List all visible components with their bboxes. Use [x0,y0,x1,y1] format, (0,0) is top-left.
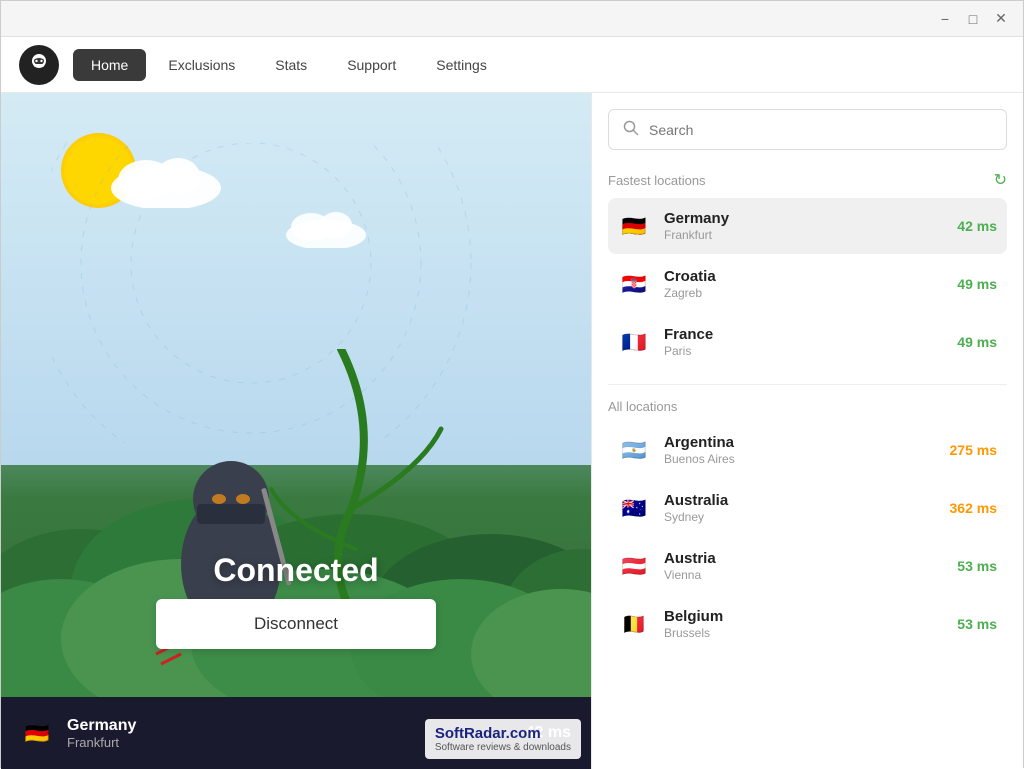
location-item-australia[interactable]: 🇦🇺 Australia Sydney 362 ms [608,480,1007,536]
main-content: Connected Disconnect 🇩🇪 Germany Frankfur… [1,93,1023,769]
tab-exclusions[interactable]: Exclusions [150,49,253,81]
location-item-argentina[interactable]: 🇦🇷 Argentina Buenos Aires 275 ms [608,422,1007,478]
nav-tabs: Home Exclusions Stats Support Settings [73,37,505,92]
tab-home[interactable]: Home [73,49,146,81]
tab-settings[interactable]: Settings [418,49,505,81]
austria-ping: 53 ms [957,558,997,574]
belgium-city: Brussels [664,626,957,640]
tab-support[interactable]: Support [329,49,414,81]
belgium-country: Belgium [664,608,957,625]
france-country: France [664,326,957,343]
logo [17,43,61,87]
minimize-button[interactable]: − [931,5,959,33]
australia-info: Australia Sydney [664,492,950,524]
tab-stats[interactable]: Stats [257,49,325,81]
france-city: Paris [664,344,957,358]
germany-country: Germany [664,210,957,227]
disconnect-button[interactable]: Disconnect [156,599,436,649]
ninja-icon [25,51,53,79]
all-section-title: All locations [608,399,677,414]
argentina-ping: 275 ms [950,442,997,458]
fastest-section-title: Fastest locations [608,173,706,188]
argentina-city: Buenos Aires [664,452,950,466]
croatia-ping: 49 ms [957,276,997,292]
refresh-icon[interactable]: ↻ [994,170,1007,190]
france-flag: 🇫🇷 [618,326,650,358]
right-panel: Fastest locations ↻ 🇩🇪 Germany Frankfurt… [591,93,1023,769]
australia-flag: 🇦🇺 [618,492,650,524]
belgium-flag: 🇧🇪 [618,608,650,640]
cloud-1 [106,148,226,208]
title-bar: − □ ✕ [1,1,1023,37]
cloud-2 [281,203,371,248]
belgium-ping: 53 ms [957,616,997,632]
croatia-info: Croatia Zagreb [664,268,957,300]
croatia-country: Croatia [664,268,957,285]
close-button[interactable]: ✕ [987,5,1015,33]
australia-city: Sydney [664,510,950,524]
location-item-austria[interactable]: 🇦🇹 Austria Vienna 53 ms [608,538,1007,594]
austria-country: Austria [664,550,957,567]
germany-city: Frankfurt [664,228,957,242]
location-item-belgium[interactable]: 🇧🇪 Belgium Brussels 53 ms [608,596,1007,652]
section-divider [608,384,1007,385]
nature-bushes [1,349,591,709]
maximize-button[interactable]: □ [959,5,987,33]
location-item-germany[interactable]: 🇩🇪 Germany Frankfurt 42 ms [608,198,1007,254]
location-item-france[interactable]: 🇫🇷 France Paris 49 ms [608,314,1007,370]
search-icon [623,120,639,139]
location-item-croatia[interactable]: 🇭🇷 Croatia Zagreb 49 ms [608,256,1007,312]
belgium-info: Belgium Brussels [664,608,957,640]
logo-circle [19,45,59,85]
croatia-flag: 🇭🇷 [618,268,650,300]
france-info: France Paris [664,326,957,358]
germany-info: Germany Frankfurt [664,210,957,242]
australia-ping: 362 ms [950,500,997,516]
left-panel: Connected Disconnect 🇩🇪 Germany Frankfur… [1,93,591,769]
croatia-city: Zagreb [664,286,957,300]
germany-flag: 🇩🇪 [618,210,650,242]
germany-ping: 42 ms [957,218,997,234]
fastest-section-header: Fastest locations ↻ [608,170,1007,190]
all-section-header: All locations [608,399,1007,414]
argentina-info: Argentina Buenos Aires [664,434,950,466]
watermark-title: SoftRadar.com [435,725,571,742]
watermark-subtitle: Software reviews & downloads [435,742,571,753]
navbar: Home Exclusions Stats Support Settings [1,37,1023,93]
status-flag: 🇩🇪 [21,717,53,749]
search-box [608,109,1007,150]
france-ping: 49 ms [957,334,997,350]
austria-city: Vienna [664,568,957,582]
argentina-flag: 🇦🇷 [618,434,650,466]
austria-info: Austria Vienna [664,550,957,582]
connected-status-text: Connected [213,552,378,589]
watermark: SoftRadar.com Software reviews & downloa… [425,719,581,759]
search-input[interactable] [649,122,992,138]
argentina-country: Argentina [664,434,950,451]
austria-flag: 🇦🇹 [618,550,650,582]
australia-country: Australia [664,492,950,509]
